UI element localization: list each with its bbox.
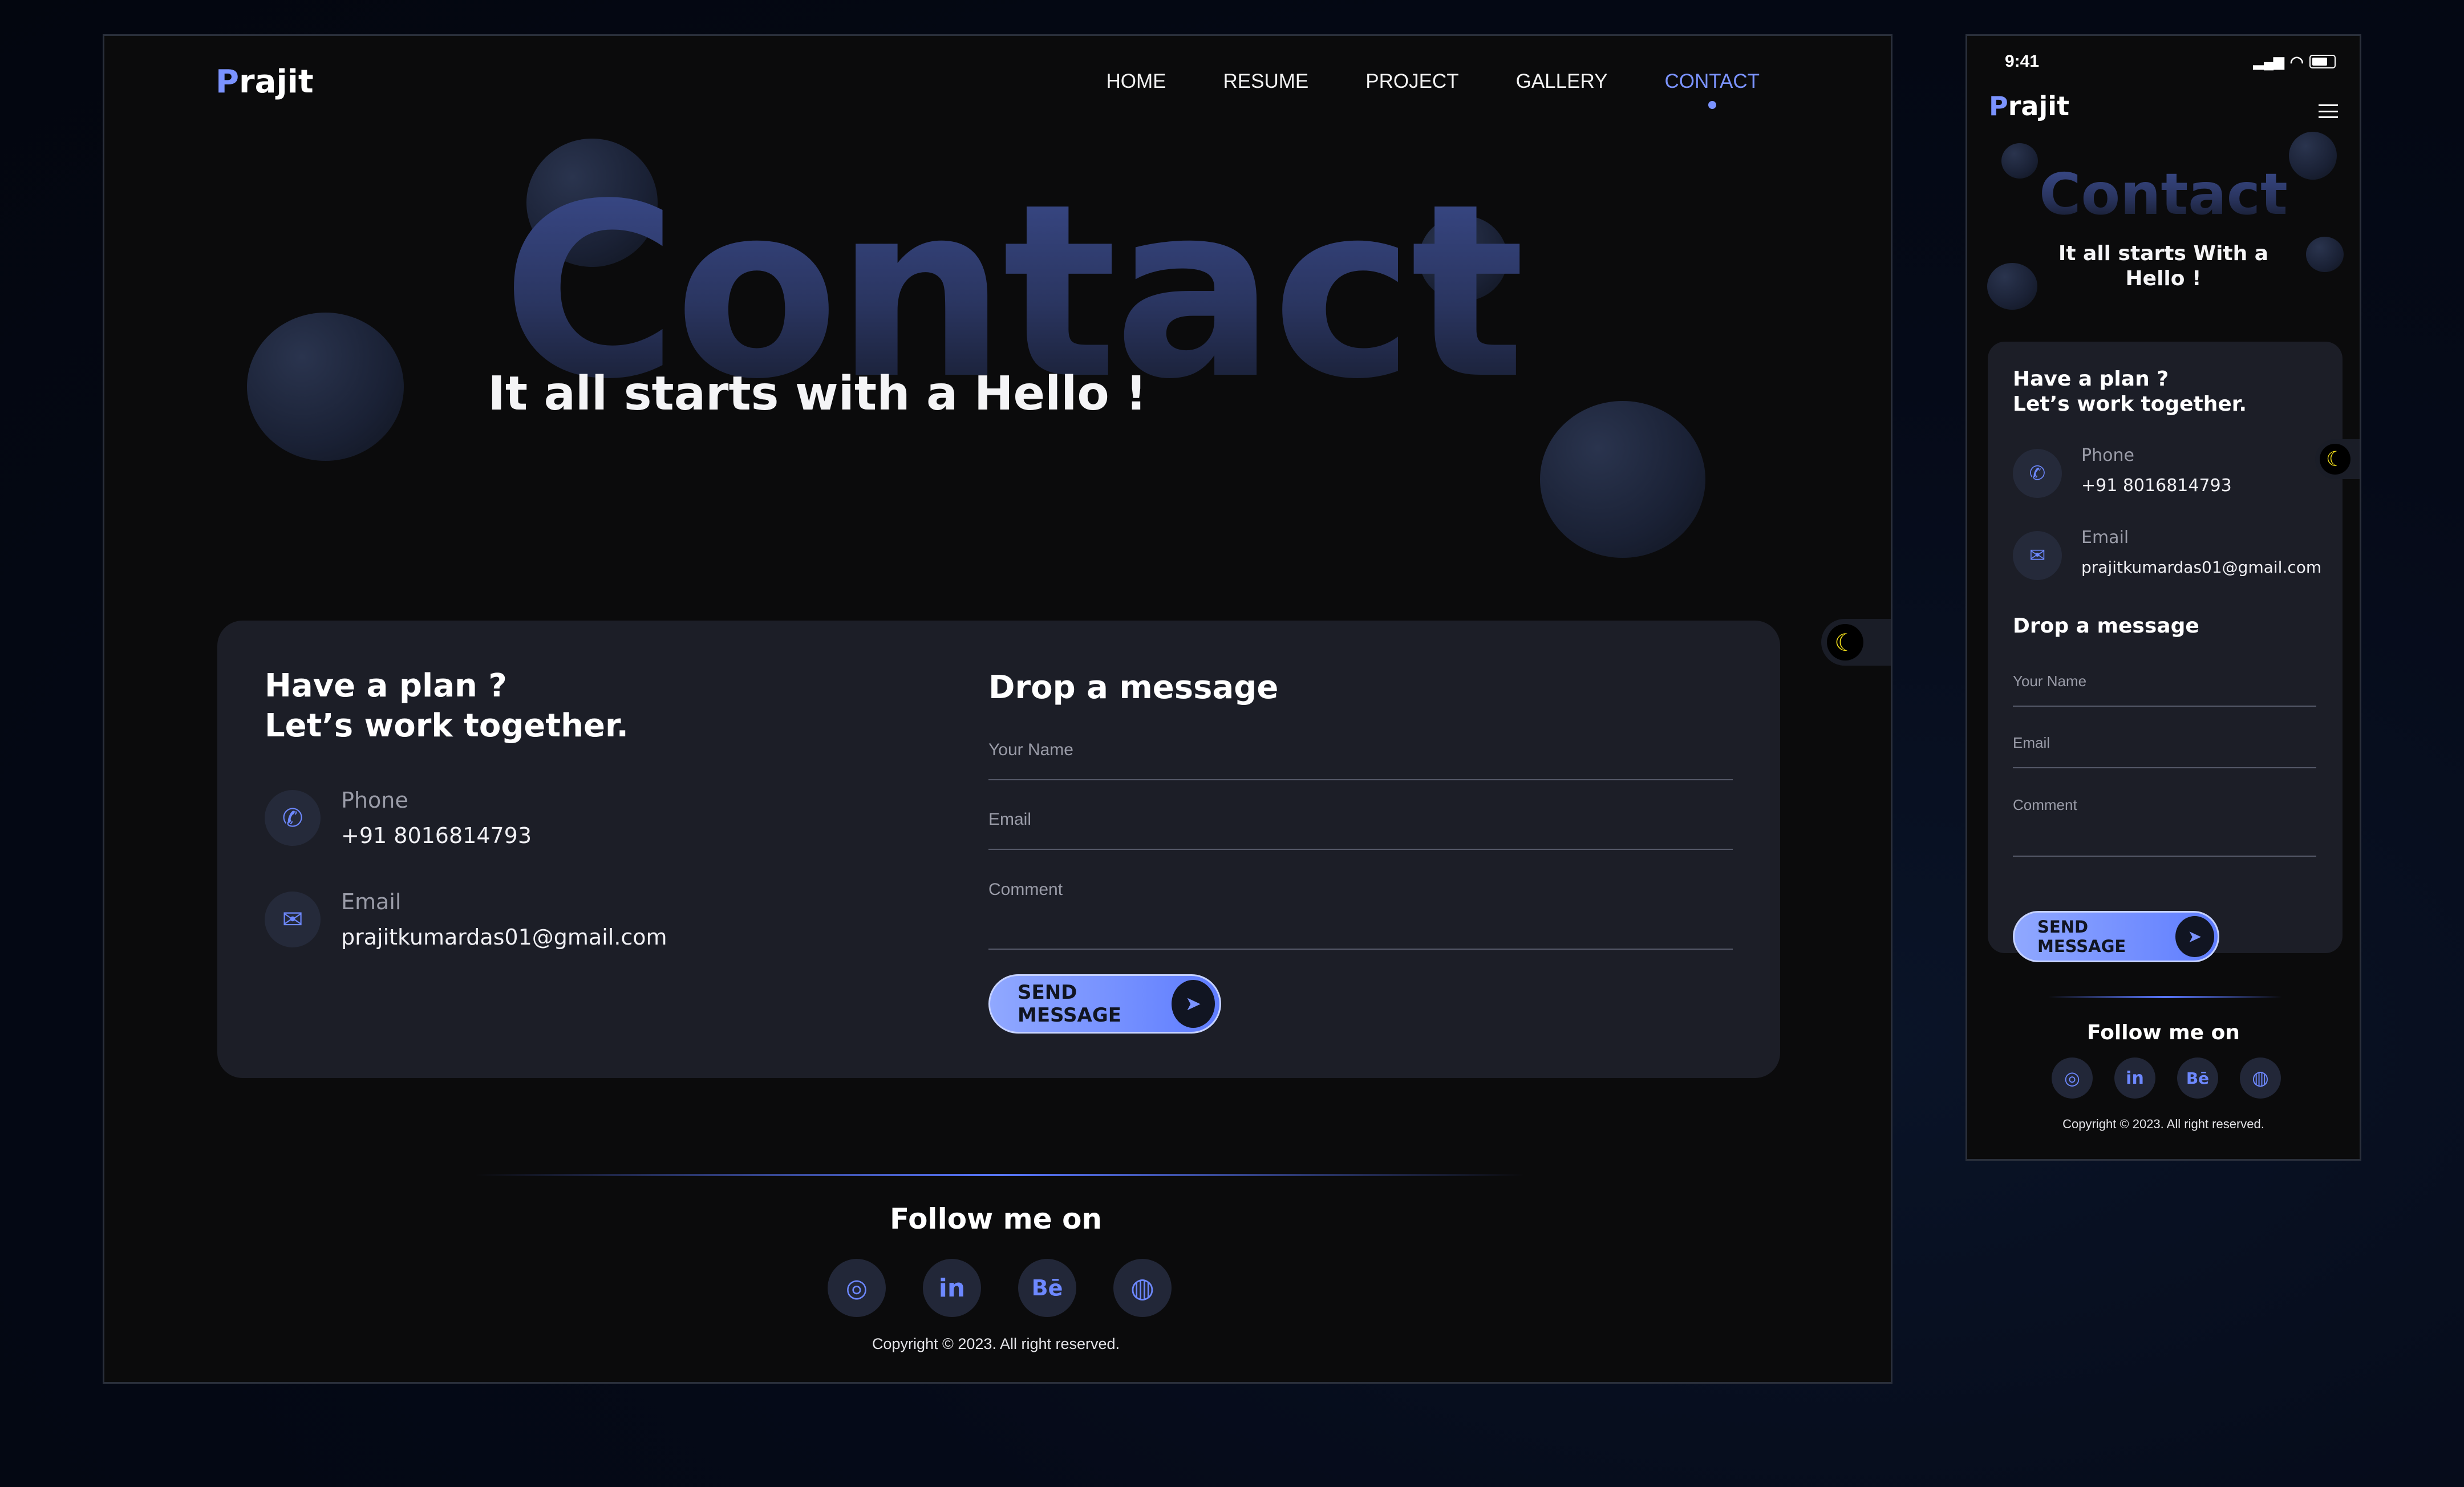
logo-mark: P: [216, 63, 240, 100]
envelope-icon: ✉: [265, 892, 321, 947]
send-message-button[interactable]: SEND MESSAGE ➤: [988, 974, 1221, 1034]
plan-line: Have a plan ?: [265, 667, 507, 704]
name-placeholder: Your Name: [2013, 672, 2087, 690]
comment-field[interactable]: Comment: [988, 880, 1733, 950]
contact-card: Have a plan ? Let’s work together. ✆ Pho…: [1988, 342, 2343, 962]
phone-row: ✆ Phone +91 8016814793: [265, 788, 532, 848]
logo[interactable]: Prajit: [216, 63, 314, 100]
send-label: SEND MESSAGE: [1018, 981, 1121, 1027]
follow-heading: Follow me on: [2087, 1021, 2240, 1044]
comment-field[interactable]: Comment: [2013, 796, 2316, 857]
comment-placeholder: Comment: [2013, 796, 2077, 813]
nav-item-gallery[interactable]: GALLERY: [1516, 70, 1608, 93]
behance-icon[interactable]: Bē: [2177, 1057, 2218, 1099]
wifi-icon: ◠: [2289, 52, 2304, 71]
email-placeholder: Email: [2013, 734, 2050, 751]
status-icons: ▂▄▆ ◠: [2254, 52, 2336, 71]
instagram-icon[interactable]: ◎: [828, 1259, 886, 1317]
moon-icon: ☾: [2320, 444, 2350, 475]
signal-icon: ▂▄▆: [2253, 54, 2284, 70]
hero-title: Contact: [1967, 166, 2360, 223]
logo[interactable]: Prajit: [1989, 91, 2069, 121]
paper-plane-icon: ➤: [2175, 916, 2214, 957]
email-label: Email: [2081, 528, 2129, 548]
logo-text: rajit: [239, 63, 314, 100]
contact-card: Have a plan ? Let’s work together. ✆ Pho…: [217, 621, 1780, 1078]
phone-value[interactable]: +91 8016814793: [341, 823, 532, 848]
email-row: ✉ Email prajitkumardas01@gmail.com: [2013, 528, 2321, 580]
plan-line: Let’s work together.: [265, 707, 629, 744]
footer-divider: [2048, 996, 2282, 998]
phone-icon: ✆: [265, 790, 321, 846]
copyright: Copyright © 2023. All right reserved.: [2062, 1117, 2264, 1131]
social-links: ◎ in Bē ◍: [2052, 1057, 2281, 1099]
footer-divider: [475, 1174, 1525, 1176]
linkedin-icon[interactable]: in: [923, 1259, 981, 1317]
mobile-frame: 9:41 ▂▄▆ ◠ Prajit Contact It all starts …: [1965, 34, 2361, 1161]
email-text: Email prajitkumardas01@gmail.com: [2081, 528, 2321, 577]
copyright: Copyright © 2023. All right reserved.: [872, 1335, 1120, 1352]
hero-subtitle: It all starts With a Hello !: [1967, 241, 2360, 291]
email-placeholder: Email: [988, 810, 1032, 829]
main-nav: HOME RESUME PROJECT GALLERY CONTACT: [1106, 70, 1760, 109]
email-text: Email prajitkumardas01@gmail.com: [341, 889, 667, 950]
menu-icon[interactable]: [2319, 104, 2338, 118]
plan-line: Let’s work together.: [2013, 392, 2247, 416]
plan-heading: Have a plan ? Let’s work together.: [2013, 367, 2247, 417]
comment-placeholder: Comment: [988, 880, 1063, 899]
form-title: Drop a message: [2013, 614, 2199, 638]
plan-line: Have a plan ?: [2013, 367, 2169, 391]
battery-icon: [2309, 55, 2336, 68]
dribbble-icon[interactable]: ◍: [2240, 1057, 2281, 1099]
theme-toggle[interactable]: ☾: [2315, 439, 2360, 479]
phone-row: ✆ Phone +91 8016814793: [2013, 445, 2232, 498]
form-title: Drop a message: [988, 669, 1279, 706]
send-label: SEND MESSAGE: [2037, 917, 2126, 956]
plan-heading: Have a plan ? Let’s work together.: [265, 666, 629, 746]
send-message-button[interactable]: SEND MESSAGE ➤: [2013, 911, 2219, 962]
name-placeholder: Your Name: [988, 740, 1073, 759]
behance-icon[interactable]: Bē: [1018, 1259, 1076, 1317]
phone-text: Phone +91 8016814793: [341, 788, 532, 848]
email-value[interactable]: prajitkumardas01@gmail.com: [2081, 558, 2321, 577]
follow-heading: Follow me on: [889, 1202, 1103, 1235]
email-field[interactable]: Email: [988, 810, 1733, 850]
logo-text: rajit: [2008, 91, 2069, 121]
phone-icon: ✆: [2013, 449, 2062, 498]
status-bar: 9:41 ▂▄▆ ◠: [2005, 52, 2336, 71]
hero-subtitle-text: It all starts With a Hello !: [2058, 242, 2269, 290]
dribbble-icon[interactable]: ◍: [1113, 1259, 1172, 1317]
nav-item-project[interactable]: PROJECT: [1365, 70, 1458, 93]
phone-value[interactable]: +91 8016814793: [2081, 476, 2232, 496]
decor-blob: [1540, 401, 1705, 558]
instagram-icon[interactable]: ◎: [2052, 1057, 2093, 1099]
desktop-frame: Prajit HOME RESUME PROJECT GALLERY CONTA…: [103, 34, 1892, 1384]
moon-icon: ☾: [1827, 624, 1863, 661]
nav-item-contact[interactable]: CONTACT: [1664, 70, 1760, 109]
linkedin-icon[interactable]: in: [2114, 1057, 2155, 1099]
social-links: ◎ in Bē ◍: [828, 1259, 1172, 1317]
theme-toggle[interactable]: ☾: [1821, 619, 1891, 666]
status-time: 9:41: [2005, 52, 2040, 71]
email-value[interactable]: prajitkumardas01@gmail.com: [341, 925, 667, 950]
phone-text: Phone +91 8016814793: [2081, 445, 2232, 496]
nav-item-resume[interactable]: RESUME: [1223, 70, 1308, 93]
email-row: ✉ Email prajitkumardas01@gmail.com: [265, 889, 667, 950]
email-label: Email: [341, 889, 402, 914]
email-field[interactable]: Email: [2013, 734, 2316, 768]
envelope-icon: ✉: [2013, 531, 2062, 580]
name-field[interactable]: Your Name: [2013, 672, 2316, 707]
hero-subtitle: It all starts with a Hello !: [488, 367, 1147, 421]
paper-plane-icon: ➤: [1171, 980, 1215, 1028]
phone-label: Phone: [2081, 445, 2134, 465]
nav-item-home[interactable]: HOME: [1106, 70, 1166, 93]
phone-label: Phone: [341, 788, 408, 813]
logo-mark: P: [1989, 91, 2008, 121]
name-field[interactable]: Your Name: [988, 740, 1733, 780]
